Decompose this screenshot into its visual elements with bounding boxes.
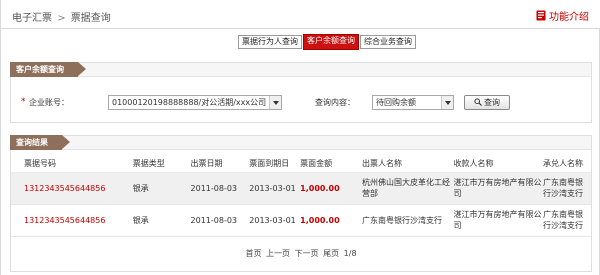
pager-prev[interactable]: 上一页 <box>266 249 290 258</box>
tab-bill-party-query[interactable]: 票据行为人查询 <box>238 35 302 49</box>
breadcrumb-separator: > <box>57 13 66 24</box>
required-mark: * <box>21 97 26 107</box>
chevron-down-icon <box>269 96 281 109</box>
bill-no-cell: 1312343545644856 <box>11 204 133 237</box>
query-button-label: 查询 <box>484 98 500 107</box>
payee-cell: 湛江市万有房地产有限公司 <box>453 204 544 237</box>
bill-no-link[interactable]: 1312343545644856 <box>24 184 105 193</box>
table-header-row: 票据号码 票据类型 出票日期 票面到期日 票面金额 出票人名称 收款人名称 承兑… <box>11 156 591 173</box>
pagination: 首页 上一页 下一页 尾页 1/8 <box>11 248 591 259</box>
payee-cell: 湛江市万有房地产有限公司 <box>453 172 544 205</box>
column-header-acceptor: 承兑人名称 <box>543 156 591 173</box>
tab-balance-query[interactable]: 客户余额查询 <box>303 34 359 50</box>
content-select[interactable]: 待回购余额 <box>372 95 454 110</box>
amount-cell: 1,000.00 <box>300 204 362 237</box>
page-frame: 电子汇票 > 票据查询 功能介绍 票据行为人查询 客户余额查询 综合业务查询 客… <box>0 0 600 275</box>
bill-type-cell: 银承 <box>132 172 191 205</box>
query-panel: 客户余额查询 * 企业账号： 01000120198888888/对公活期/xx… <box>10 62 592 123</box>
magnifier-icon <box>474 97 482 110</box>
result-panel: 查询结果 票据号码 票据类型 出票日期 票面到期日 票面金额 出票人名称 收款人… <box>10 135 592 272</box>
query-tabs: 票据行为人查询 客户余额查询 综合业务查询 <box>238 34 416 50</box>
due-date-cell: 2013-03-01 <box>249 172 301 205</box>
content-label: 查询内容： <box>315 98 355 107</box>
function-intro-label: 功能介绍 <box>549 12 589 23</box>
query-panel-title: 客户余额查询 <box>10 62 86 77</box>
query-panel-header: 客户余额查询 <box>10 62 591 77</box>
amount-cell: 1,000.00 <box>300 172 362 205</box>
query-form-row: * 企业账号： 01000120198888888/对公活期/xxx公司 查询内… <box>11 95 591 111</box>
pager-first[interactable]: 首页 <box>245 249 261 258</box>
result-panel-title: 查询结果 <box>10 135 70 150</box>
account-select-value: 01000120198888888/对公活期/xxx公司 <box>112 98 267 107</box>
breadcrumb-level2: 票据查询 <box>70 13 111 24</box>
pager-last[interactable]: 尾页 <box>323 249 339 258</box>
column-header-amount: 票面金额 <box>300 156 362 173</box>
book-icon <box>536 10 546 21</box>
content-select-value: 待回购余额 <box>376 98 416 107</box>
column-header-due-date: 票面到期日 <box>249 156 301 173</box>
account-label: 企业账号： <box>29 98 69 107</box>
chevron-down-icon <box>441 96 453 109</box>
column-header-bill-type: 票据类型 <box>132 156 191 173</box>
due-date-cell: 2013-03-01 <box>249 204 301 237</box>
drawer-cell: 杭州佛山国大皮革化工经营部 <box>361 172 454 205</box>
top-bar: 电子汇票 > 票据查询 功能介绍 <box>1 0 600 29</box>
acceptor-cell: 广东南粤银行沙湾支行 <box>543 204 591 237</box>
column-header-bill-no: 票据号码 <box>11 156 133 173</box>
function-intro-link[interactable]: 功能介绍 <box>536 8 589 23</box>
pager-next[interactable]: 下一页 <box>295 249 319 258</box>
column-header-payee: 收款人名称 <box>453 156 544 173</box>
table-row: 1312343545644856 银承 2011-08-03 2013-03-0… <box>11 204 591 237</box>
issue-date-cell: 2011-08-03 <box>190 204 250 237</box>
account-select[interactable]: 01000120198888888/对公活期/xxx公司 <box>108 95 282 110</box>
bill-no-link[interactable]: 1312343545644856 <box>24 216 105 225</box>
result-panel-header: 查询结果 <box>10 135 591 150</box>
pager-page-info: 1/8 <box>343 249 357 258</box>
column-header-issue-date: 出票日期 <box>190 156 250 173</box>
result-table: 票据号码 票据类型 出票日期 票面到期日 票面金额 出票人名称 收款人名称 承兑… <box>11 156 591 237</box>
bill-type-cell: 银承 <box>132 204 191 237</box>
issue-date-cell: 2011-08-03 <box>190 172 250 205</box>
breadcrumb: 电子汇票 > 票据查询 <box>12 9 111 24</box>
acceptor-cell: 广东南粤银行沙湾支行 <box>543 172 591 205</box>
column-header-drawer: 出票人名称 <box>361 156 454 173</box>
query-button[interactable]: 查询 <box>464 95 510 110</box>
bill-no-cell: 1312343545644856 <box>11 172 133 205</box>
tab-comprehensive-query[interactable]: 综合业务查询 <box>360 35 416 49</box>
table-row: 1312343545644856 银承 2011-08-03 2013-03-0… <box>11 172 591 205</box>
drawer-cell: 广东南粤银行沙湾支行 <box>361 204 454 237</box>
breadcrumb-level1[interactable]: 电子汇票 <box>12 13 52 24</box>
